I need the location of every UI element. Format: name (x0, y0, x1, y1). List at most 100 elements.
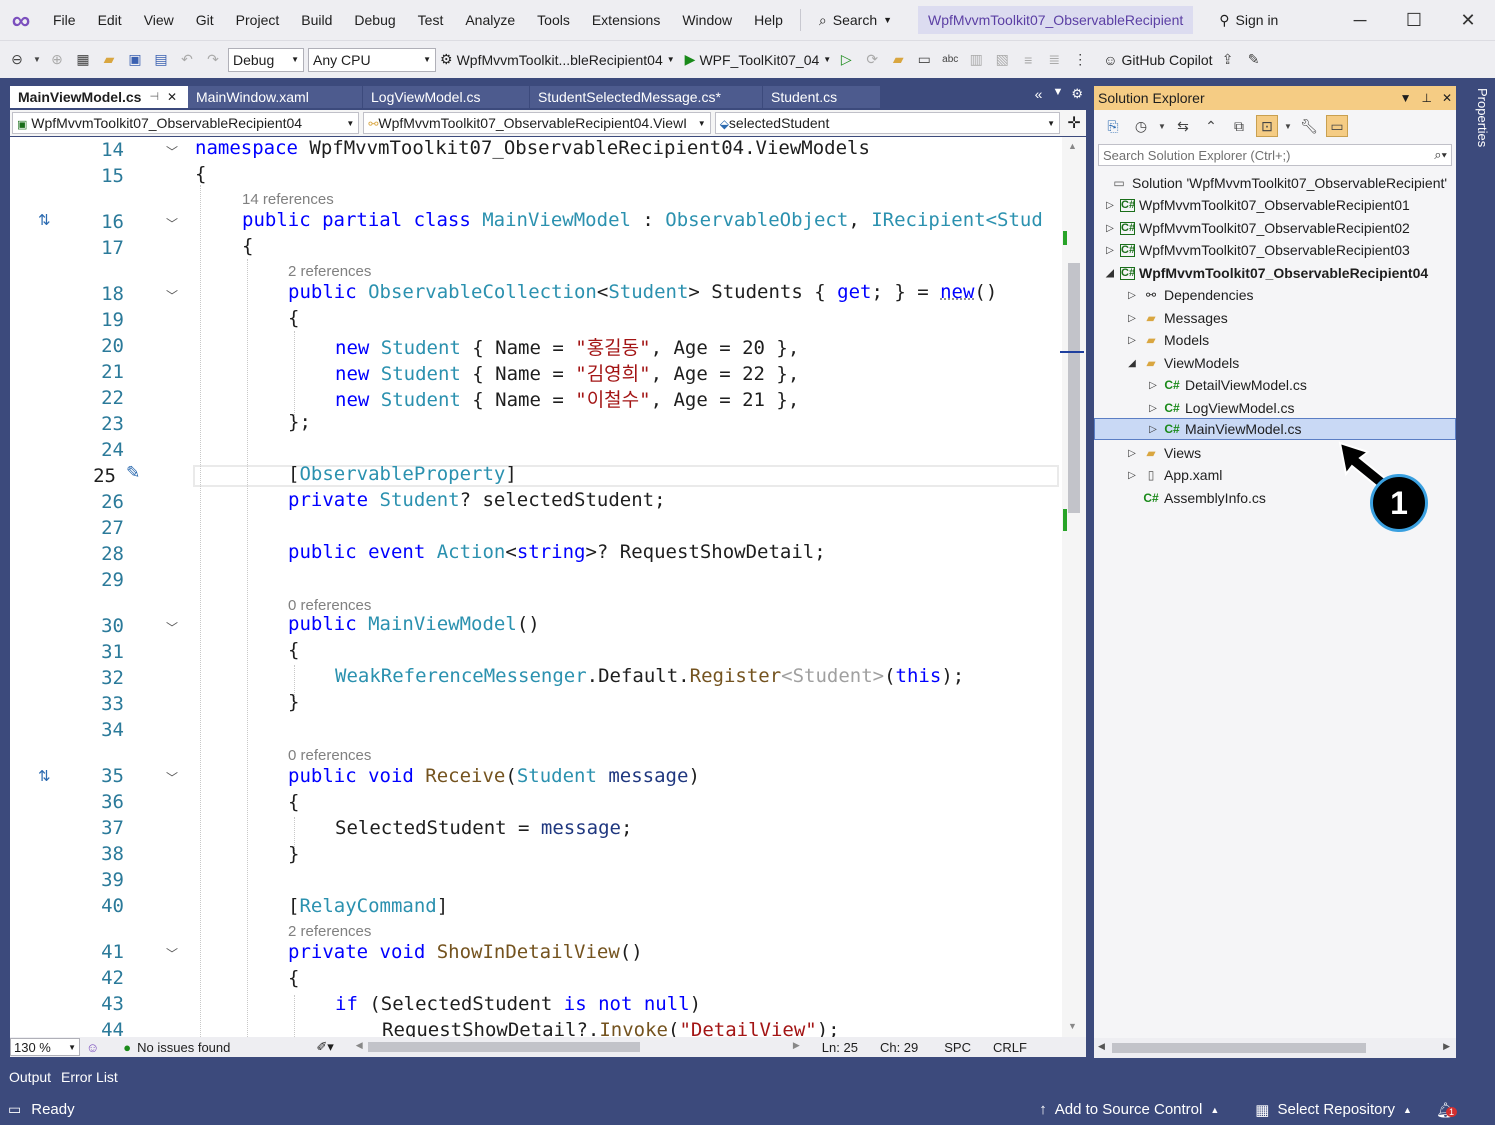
tab-studentselectedmessage[interactable]: StudentSelectedMessage.cs* (530, 86, 763, 108)
pin-icon[interactable]: ⊥ (1421, 91, 1431, 105)
collapse-icon[interactable]: ﹀ (166, 769, 178, 786)
properties-icon[interactable]: ▭ (1326, 115, 1348, 137)
tab-list-icon[interactable]: ▼ (1047, 86, 1068, 108)
expand-arrow-icon[interactable]: ▷ (1126, 313, 1138, 324)
collapse-icon[interactable]: ﹀ (166, 945, 178, 962)
wrench-icon[interactable]: 🔧︎ (1298, 115, 1320, 137)
save-icon[interactable]: ▣ (124, 49, 146, 71)
notifications-button[interactable]: 🔔︎ 1 (1436, 1101, 1457, 1119)
code-editor[interactable]: ⇅ ✎ ⇅ 14 15 16 17 18 19 20 21 22 23 24 2… (10, 137, 1086, 1037)
save-all-icon[interactable]: ▤ (150, 49, 172, 71)
line-ending-indicator[interactable]: CRLF (993, 1040, 1027, 1055)
menu-git[interactable]: Git (185, 0, 225, 40)
menu-project[interactable]: Project (225, 0, 291, 40)
split-window-icon[interactable]: ✛ (1064, 113, 1084, 133)
tab-error-list[interactable]: Error List (61, 1069, 118, 1085)
menu-edit[interactable]: Edit (87, 0, 133, 40)
expand-arrow-icon[interactable]: ▷ (1104, 223, 1116, 234)
startup-project-select[interactable]: ⚙ WpfMvvmToolkit...bleRecipient04 ▼ (440, 51, 675, 68)
tree-item-folder[interactable]: ▷ ▰ Messages (1094, 307, 1456, 329)
tree-item-project[interactable]: ▷ C# WpfMvvmToolkit07_ObservableRecipien… (1094, 194, 1456, 216)
collapse-icon[interactable]: ﹀ (166, 287, 178, 304)
hot-reload-icon[interactable]: ⟳ (861, 49, 883, 71)
collapse-all-icon[interactable]: ⌃ (1200, 115, 1222, 137)
menu-build[interactable]: Build (290, 0, 343, 40)
menu-debug[interactable]: Debug (343, 0, 406, 40)
properties-side-tab[interactable]: Properties (1460, 86, 1490, 166)
visual-studio-logo-icon[interactable]: ∞ (0, 0, 42, 40)
tree-item-project[interactable]: ▷ C# WpfMvvmToolkit07_ObservableRecipien… (1094, 217, 1456, 239)
tab-mainviewmodel[interactable]: MainViewModel.cs ⊣ ✕ (10, 86, 188, 108)
horizontal-scroll-thumb[interactable] (367, 1042, 640, 1052)
close-button[interactable]: ✕ (1441, 10, 1495, 31)
codelens-references[interactable]: 2 references (288, 263, 371, 280)
code-cleanup-icon[interactable]: ✐▾ (316, 1039, 333, 1055)
horizontal-scroll-thumb[interactable] (1112, 1043, 1366, 1053)
chevron-down-icon[interactable]: ▼ (1284, 115, 1292, 137)
zoom-select[interactable]: 130 % ▼ (10, 1038, 80, 1056)
editor-horizontal-scrollbar[interactable]: ◀ ▶ (354, 1037, 804, 1057)
codelens-references[interactable]: 0 references (288, 747, 371, 764)
chevron-down-icon[interactable]: ▼ (1400, 91, 1412, 105)
scroll-down-icon[interactable]: ▼ (1068, 1021, 1077, 1031)
feedback-icon[interactable]: ✎ (1243, 49, 1265, 71)
expand-arrow-icon[interactable]: ▷ (1126, 448, 1138, 459)
comment-icon[interactable]: ▥ (965, 49, 987, 71)
open-folder-icon[interactable]: ▰ (98, 49, 120, 71)
history-icon[interactable]: ◷ (1130, 115, 1152, 137)
expand-arrow-icon[interactable]: ▷ (1104, 200, 1116, 211)
tab-output[interactable]: Output (9, 1069, 51, 1085)
tab-student[interactable]: Student.cs (763, 86, 881, 108)
undo-icon[interactable]: ↶ (176, 49, 198, 71)
source-control-button[interactable]: ↑ Add to Source Control ▲ (1039, 1101, 1219, 1118)
expand-arrow-icon[interactable]: ▷ (1126, 335, 1138, 346)
tab-mainwindow[interactable]: MainWindow.xaml (188, 86, 363, 108)
whitespace-indicator[interactable]: SPC (944, 1040, 971, 1055)
expand-arrow-icon[interactable]: ▷ (1147, 424, 1159, 435)
expand-arrow-icon[interactable]: ▷ (1147, 380, 1159, 391)
tree-item-project[interactable]: ◢ C# WpfMvvmToolkit07_ObservableRecipien… (1094, 262, 1456, 284)
codelens-references[interactable]: 2 references (288, 923, 371, 940)
tree-item-folder[interactable]: ▷ ▰ Models (1094, 329, 1456, 351)
maximize-button[interactable]: ☐ (1387, 10, 1441, 31)
layout-icon[interactable]: ▭ (913, 49, 935, 71)
preview-icon[interactable]: ⊡ (1256, 115, 1278, 137)
menu-window[interactable]: Window (671, 0, 743, 40)
codelens-references[interactable]: 14 references (242, 191, 334, 208)
new-project-icon[interactable]: ▦ (72, 49, 94, 71)
pin-icon[interactable]: ⊣ (149, 86, 159, 108)
member-nav-select[interactable]: ⬙selectedStudent ▼ (714, 112, 1061, 134)
github-copilot-button[interactable]: ☺ GitHub Copilot (1103, 52, 1212, 68)
solution-configuration-select[interactable]: Debug ▼ (228, 47, 304, 72)
issues-status[interactable]: No issues found (137, 1040, 230, 1055)
scroll-left-icon[interactable]: ◀ (356, 1040, 363, 1051)
tree-item-file[interactable]: ▷ C# DetailViewModel.cs (1094, 374, 1456, 396)
copilot-status-icon[interactable]: ☺ (86, 1040, 99, 1055)
tree-item-dependencies[interactable]: ▷ ⚯ Dependencies (1094, 284, 1456, 306)
sign-in-button[interactable]: ⚲ Sign in (1219, 12, 1278, 29)
spell-check-icon[interactable]: abc (939, 49, 961, 71)
back-icon[interactable]: ⊖ (6, 49, 28, 71)
menu-file[interactable]: File (42, 0, 87, 40)
share-icon[interactable]: ⇪ (1217, 49, 1239, 71)
line-indicator[interactable]: Ln: 25 (822, 1040, 858, 1055)
start-debugging-button[interactable]: ▶ WPF_ToolKit07_04 ▼ (685, 51, 832, 68)
menu-view[interactable]: View (133, 0, 185, 40)
forward-icon[interactable]: ⊕ (46, 49, 68, 71)
close-icon[interactable]: ✕ (1442, 91, 1452, 105)
show-all-files-icon[interactable]: ⧉ (1228, 115, 1250, 137)
sync-icon[interactable]: ⇆ (1172, 115, 1194, 137)
start-without-debugging-icon[interactable]: ▷ (835, 49, 857, 71)
tab-logviewmodel[interactable]: LogViewModel.cs (363, 86, 530, 108)
tree-item-file[interactable]: ▷ C# LogViewModel.cs (1094, 397, 1456, 419)
uncomment-icon[interactable]: ▧ (991, 49, 1013, 71)
select-repository-button[interactable]: ▦ Select Repository ▲ (1255, 1101, 1412, 1119)
scroll-right-icon[interactable]: ▶ (793, 1040, 800, 1051)
browse-icon[interactable]: ▰ (887, 49, 909, 71)
minimize-button[interactable]: ─ (1333, 10, 1387, 31)
scroll-right-icon[interactable]: ▶ (1443, 1041, 1450, 1052)
menu-help[interactable]: Help (743, 0, 794, 40)
tree-item-file-selected[interactable]: ▷ C# MainViewModel.cs (1094, 418, 1456, 440)
collapse-icon[interactable]: ﹀ (166, 215, 178, 232)
close-icon[interactable]: ✕ (167, 86, 177, 108)
